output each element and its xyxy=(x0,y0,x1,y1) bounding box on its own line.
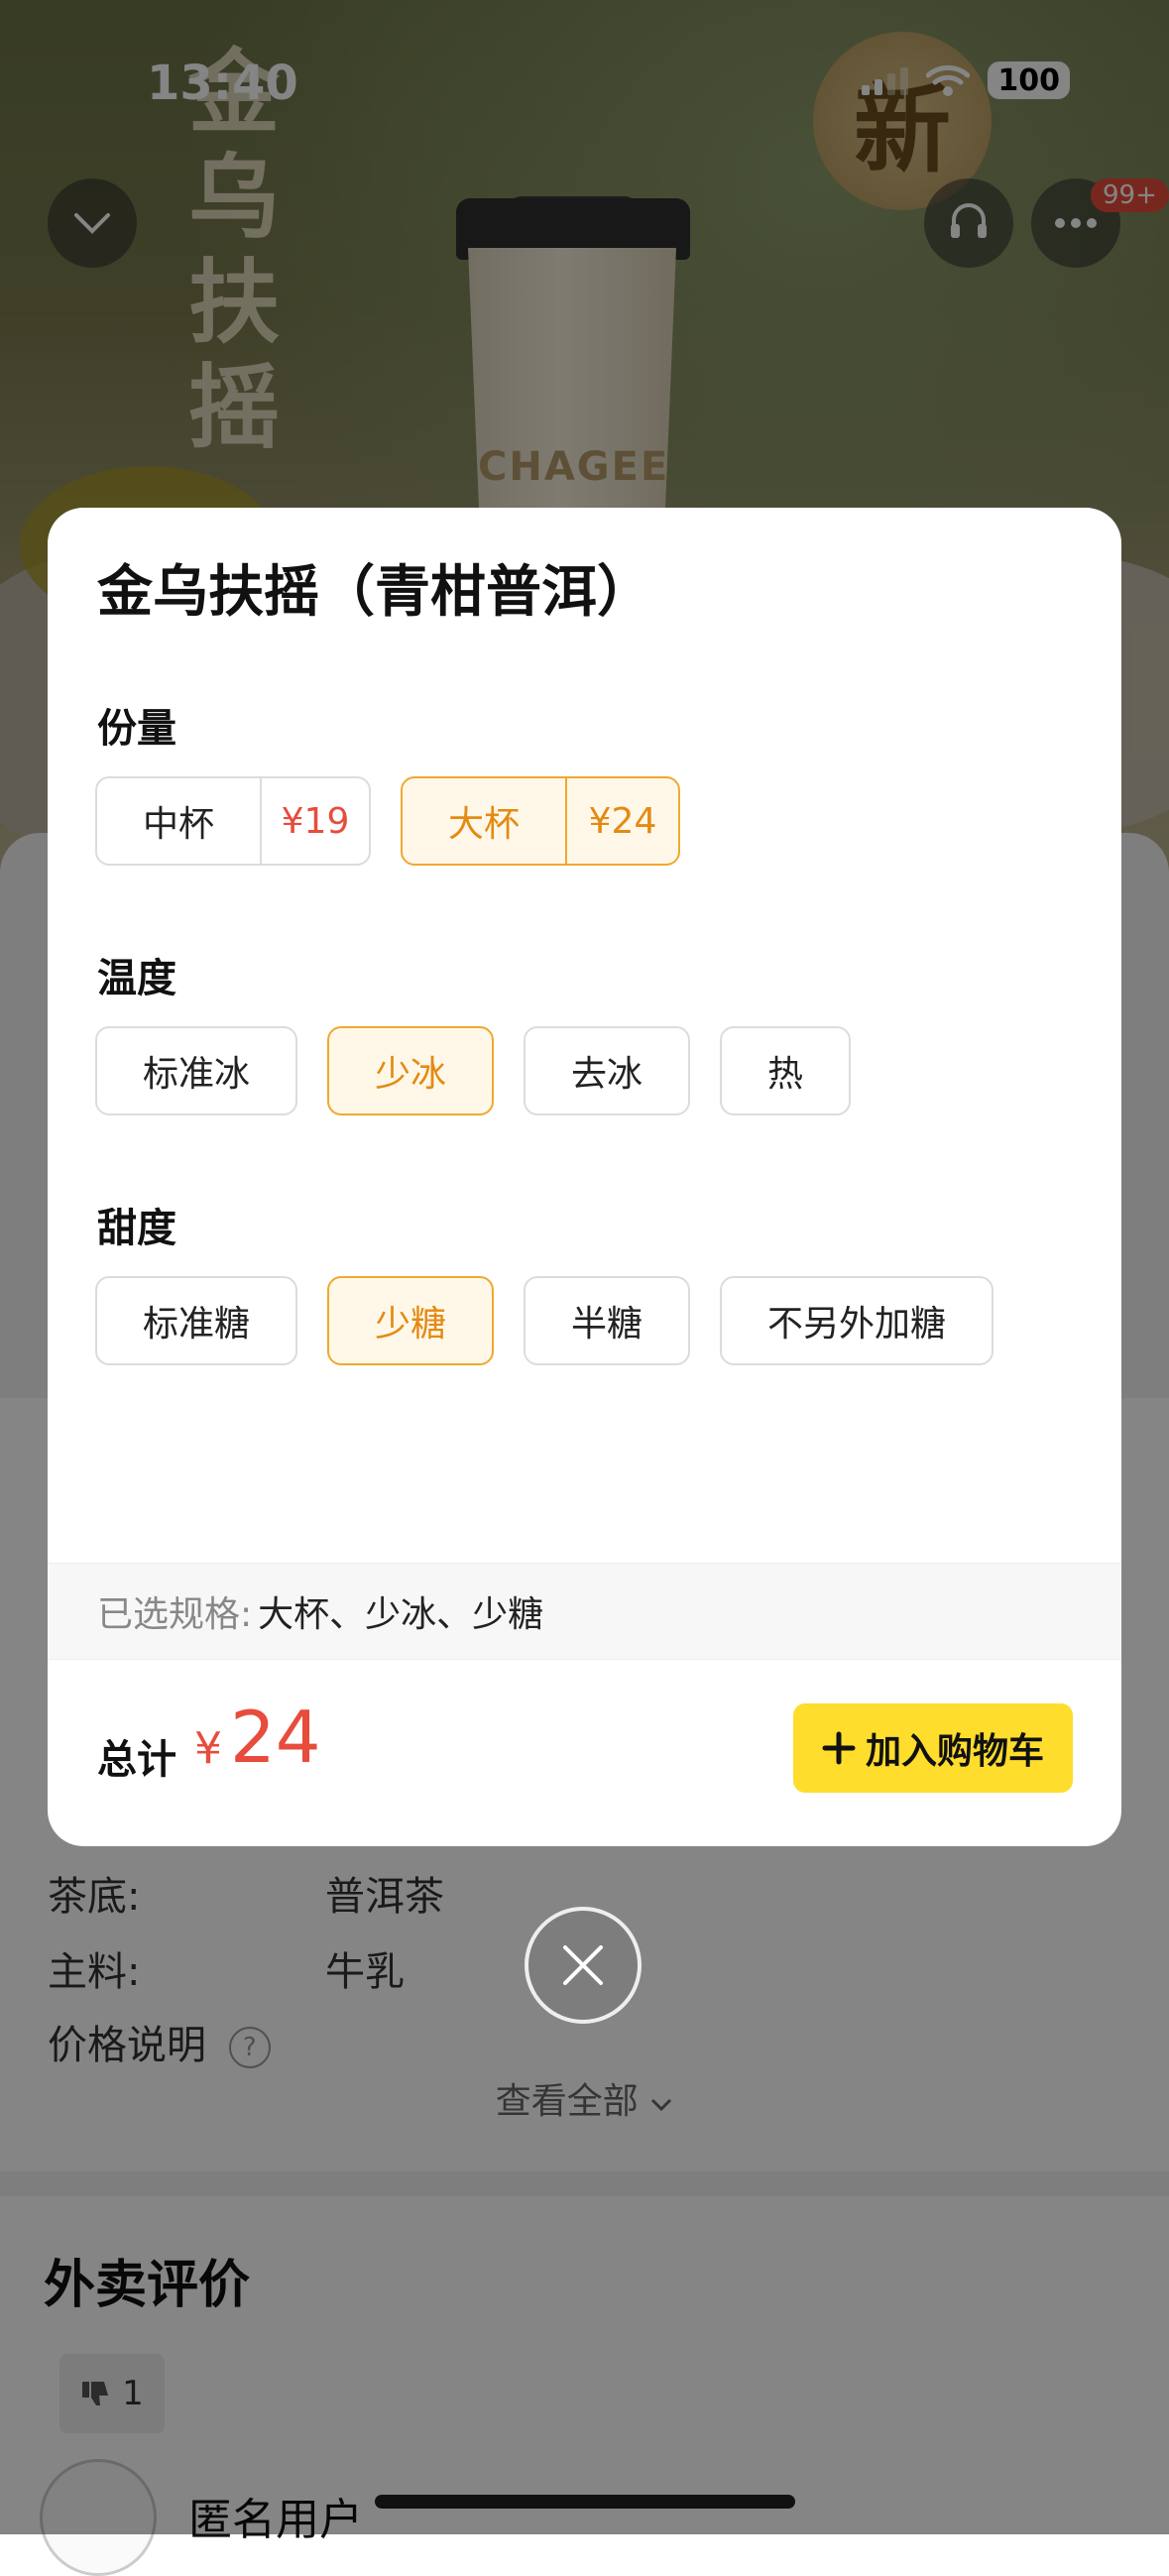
close-icon xyxy=(563,1945,603,1985)
modal-title: 金乌扶摇（青柑普洱） xyxy=(97,560,652,625)
size-price: ¥19 xyxy=(281,800,350,842)
sweetness-label: 甜度 xyxy=(97,1206,176,1251)
size-option-large[interactable]: 大杯 ¥24 xyxy=(401,776,680,866)
total-price: 24 xyxy=(230,1696,321,1779)
home-indicator xyxy=(375,2495,795,2509)
temp-option-less-ice[interactable]: 少冰 xyxy=(327,1026,494,1115)
total-label: 总计 xyxy=(97,1737,176,1783)
selected-spec-value: 大杯、少冰、少糖 xyxy=(258,1594,544,1635)
size-name: 中杯 xyxy=(97,778,262,864)
size-option-medium[interactable]: 中杯 ¥19 xyxy=(95,776,371,866)
temp-option-hot[interactable]: 热 xyxy=(720,1026,851,1115)
temperature-label: 温度 xyxy=(97,956,176,1001)
temp-option-standard-ice[interactable]: 标准冰 xyxy=(95,1026,297,1115)
selected-spec-summary: 已选规格: 大杯、少冰、少糖 xyxy=(48,1563,1121,1660)
sweet-option-standard[interactable]: 标准糖 xyxy=(95,1276,297,1365)
size-price: ¥24 xyxy=(588,800,657,842)
size-name: 大杯 xyxy=(403,778,567,864)
sweet-option-no-extra[interactable]: 不另外加糖 xyxy=(720,1276,994,1365)
add-to-cart-button[interactable]: 加入购物车 xyxy=(793,1703,1073,1793)
sweet-option-less[interactable]: 少糖 xyxy=(327,1276,494,1365)
spec-selection-modal: 金乌扶摇（青柑普洱） 份量 中杯 ¥19 大杯 ¥24 温度 标准冰 少冰 去冰… xyxy=(48,508,1121,1846)
sweet-option-half[interactable]: 半糖 xyxy=(524,1276,690,1365)
size-label: 份量 xyxy=(97,706,176,752)
selected-spec-label: 已选规格: xyxy=(97,1594,253,1635)
close-modal-button[interactable] xyxy=(525,1907,642,2024)
temp-option-no-ice[interactable]: 去冰 xyxy=(524,1026,690,1115)
plus-icon xyxy=(822,1731,856,1765)
add-to-cart-label: 加入购物车 xyxy=(865,1731,1044,1772)
currency-symbol: ¥ xyxy=(194,1723,222,1774)
